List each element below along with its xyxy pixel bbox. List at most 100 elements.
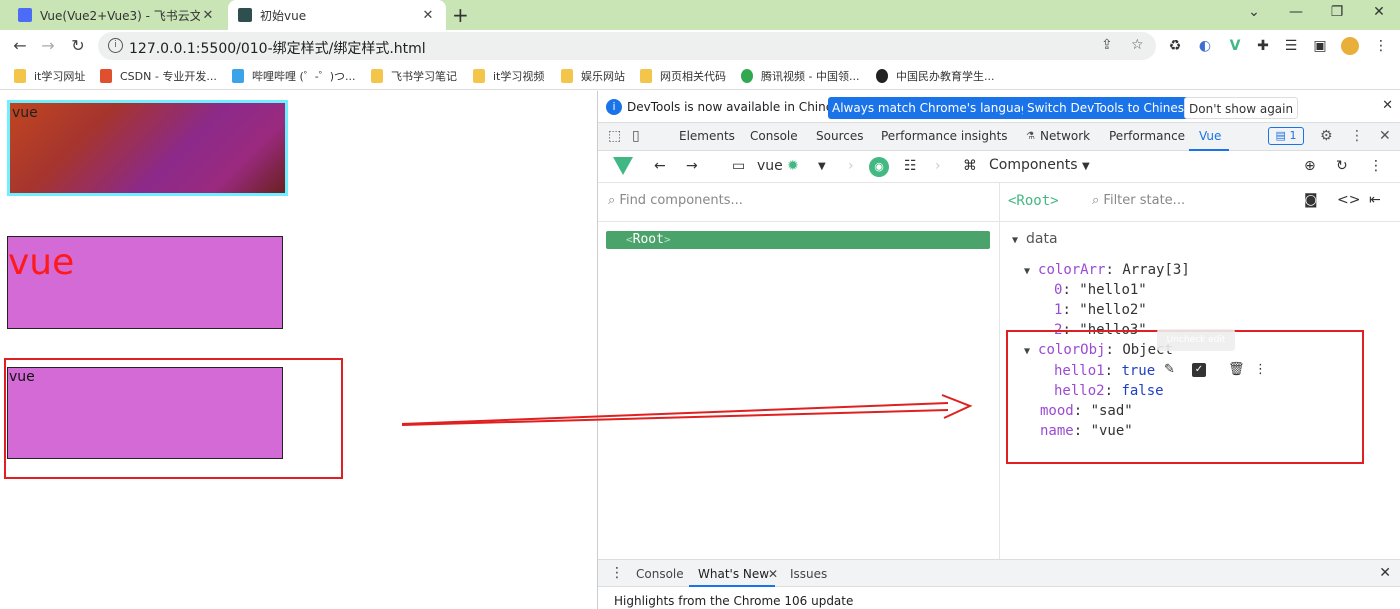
bookmark-link[interactable]: CSDN - 专业开发...: [100, 68, 217, 84]
recycle-extension-icon[interactable]: ♻: [1166, 37, 1184, 55]
close-icon[interactable]: ✕: [1382, 98, 1393, 113]
search-icon: ⌕: [608, 193, 620, 208]
tab-network[interactable]: Network: [1040, 129, 1090, 143]
tab-search-chevron-icon[interactable]: ⌄: [1244, 4, 1264, 20]
component-row-root[interactable]: <Root>: [606, 231, 990, 249]
state-section-data[interactable]: ▼ data: [1012, 231, 1058, 247]
app-settings-icon[interactable]: ✹: [787, 158, 799, 174]
globe-icon: [876, 69, 888, 83]
breadcrumb-separator-icon: ›: [848, 158, 854, 174]
compass-icon[interactable]: ◉: [869, 157, 889, 177]
tab-performance-insights[interactable]: Performance insights: [881, 129, 1008, 143]
bookmark-folder[interactable]: 娱乐网站: [561, 68, 625, 84]
tab-sources[interactable]: Sources: [816, 129, 863, 143]
drawer-menu-icon[interactable]: ⋮: [610, 565, 624, 581]
reload-icon[interactable]: ↻: [68, 36, 88, 56]
forward-arrow-icon[interactable]: →: [686, 158, 698, 174]
state-row-colorArr[interactable]: ▼ colorArr: Array[3]: [1024, 262, 1190, 278]
settings-gear-icon[interactable]: ⚙: [1320, 128, 1333, 144]
tab-title: Vue(Vue2+Vue3) - 飞书云文档: [40, 8, 200, 23]
more-options-icon[interactable]: ⋮: [1350, 128, 1364, 144]
issues-badge[interactable]: ▤ 1: [1268, 127, 1304, 145]
share-icon[interactable]: ⇪: [1101, 37, 1113, 53]
active-tab-indicator: [689, 585, 775, 587]
bookmark-folder[interactable]: it学习视频: [473, 68, 544, 84]
inspect-element-icon[interactable]: ⬚: [608, 128, 621, 144]
page-favicon-icon: [238, 8, 252, 22]
flask-icon: ⚗: [1026, 131, 1035, 142]
close-devtools-icon[interactable]: ✕: [1379, 128, 1391, 144]
forward-arrow-icon[interactable]: →: [38, 36, 58, 56]
bookmark-link[interactable]: 中国民办教育学生...: [876, 68, 995, 84]
media-list-icon[interactable]: ☰: [1282, 37, 1300, 55]
collapse-icon[interactable]: ⇤: [1369, 192, 1381, 208]
scroll-to-component-icon[interactable]: ◙: [1304, 192, 1318, 208]
app-dropdown-caret-icon[interactable]: ▼: [818, 161, 826, 172]
drawer-tab-issues[interactable]: Issues: [790, 567, 827, 581]
expand-triangle-icon[interactable]: ▼: [1024, 266, 1030, 277]
url-text[interactable]: 127.0.0.1:5500/010-绑定样式/绑定样式.html: [129, 38, 426, 58]
side-panel-icon[interactable]: ▣: [1311, 37, 1329, 55]
new-tab-button[interactable]: +: [452, 3, 469, 27]
bookmark-folder[interactable]: it学习网址: [14, 68, 85, 84]
filter-state-input[interactable]: ⌕ Filter state...: [1092, 193, 1185, 208]
site-info-icon[interactable]: i: [108, 38, 123, 53]
browser-toolbar: ← → ↻ i 127.0.0.1:5500/010-绑定样式/绑定样式.htm…: [0, 30, 1400, 62]
box-text: vue: [12, 105, 38, 121]
state-row-array-item[interactable]: 0: "hello1": [1054, 282, 1147, 298]
app-window-icon: ▭: [732, 158, 746, 174]
styled-box-gradient: vue: [7, 100, 288, 196]
bookmark-folder[interactable]: 飞书学习笔记: [371, 68, 457, 84]
close-icon[interactable]: ✕: [420, 8, 436, 23]
always-match-language-button[interactable]: Always match Chrome's language: [828, 97, 1040, 119]
refresh-icon[interactable]: ↻: [1336, 158, 1348, 174]
close-icon[interactable]: ✕: [200, 8, 216, 23]
bookmark-link[interactable]: 腾讯视频 - 中国领...: [741, 68, 859, 84]
components-label[interactable]: Components: [989, 157, 1078, 173]
drawer-tab-whats-new[interactable]: What's New: [698, 567, 769, 581]
components-tree-pane: ⌕ Find components... <Root>: [598, 183, 1000, 559]
back-arrow-icon[interactable]: ←: [10, 36, 30, 56]
circle-extension-icon[interactable]: ◐: [1196, 37, 1214, 55]
expand-triangle-icon[interactable]: ▼: [1012, 235, 1018, 246]
maximize-button[interactable]: ❐: [1327, 4, 1347, 20]
whats-new-message: Highlights from the Chrome 106 update: [614, 594, 854, 608]
components-dropdown-caret-icon[interactable]: ▼: [1082, 161, 1090, 172]
avatar[interactable]: [1341, 37, 1359, 55]
annotation-rectangle: [4, 358, 343, 479]
tab-performance[interactable]: Performance: [1109, 129, 1185, 143]
bookmarks-bar: it学习网址 CSDN - 专业开发... 哔哩哔哩 (゜-゜)つ... 飞书学…: [0, 62, 1400, 90]
chrome-menu-icon[interactable]: ⋮: [1372, 37, 1390, 55]
tab-feishu-doc[interactable]: Vue(Vue2+Vue3) - 飞书云文档 ✕: [8, 0, 226, 30]
vue-devtools-extension-icon[interactable]: V: [1226, 37, 1244, 55]
switch-to-chinese-button[interactable]: Switch DevTools to Chinese: [1023, 97, 1196, 119]
tab-console[interactable]: Console: [750, 129, 798, 143]
window-close-button[interactable]: ✕: [1369, 4, 1389, 20]
bookmark-link[interactable]: 哔哩哔哩 (゜-゜)つ...: [232, 68, 356, 84]
bookmark-folder[interactable]: 网页相关代码: [640, 68, 726, 84]
state-row-array-item[interactable]: 1: "hello2": [1054, 302, 1147, 318]
message-icon: ▤: [1275, 129, 1290, 142]
document-icon: [18, 8, 32, 22]
app-name[interactable]: vue: [757, 158, 783, 174]
dont-show-again-button[interactable]: Don't show again: [1184, 97, 1299, 119]
tab-elements[interactable]: Elements: [679, 129, 735, 143]
vue-logo-icon: [613, 157, 633, 175]
close-drawer-icon[interactable]: ✕: [1379, 565, 1391, 581]
divider: [1000, 221, 1400, 222]
more-options-icon[interactable]: ⋮: [1369, 158, 1383, 174]
tab-vue[interactable]: Vue: [1199, 129, 1221, 143]
timeline-icon[interactable]: ☷: [904, 158, 917, 174]
tab-active-vue[interactable]: 初始vue ✕: [228, 0, 446, 30]
bookmark-star-icon[interactable]: ☆: [1131, 37, 1144, 53]
back-arrow-icon[interactable]: ←: [654, 158, 666, 174]
close-icon[interactable]: ✕: [768, 567, 778, 581]
address-bar[interactable]: i 127.0.0.1:5500/010-绑定样式/绑定样式.html ⇪ ☆: [98, 32, 1156, 60]
drawer-tab-console[interactable]: Console: [636, 567, 684, 581]
find-components-input[interactable]: ⌕ Find components...: [608, 193, 743, 208]
view-source-icon[interactable]: <>: [1337, 192, 1360, 208]
device-toolbar-icon[interactable]: ▯: [632, 128, 640, 144]
target-select-icon[interactable]: ⊕: [1304, 158, 1316, 174]
minimize-button[interactable]: —: [1286, 4, 1306, 20]
puzzle-extensions-icon[interactable]: ✚: [1254, 37, 1272, 55]
